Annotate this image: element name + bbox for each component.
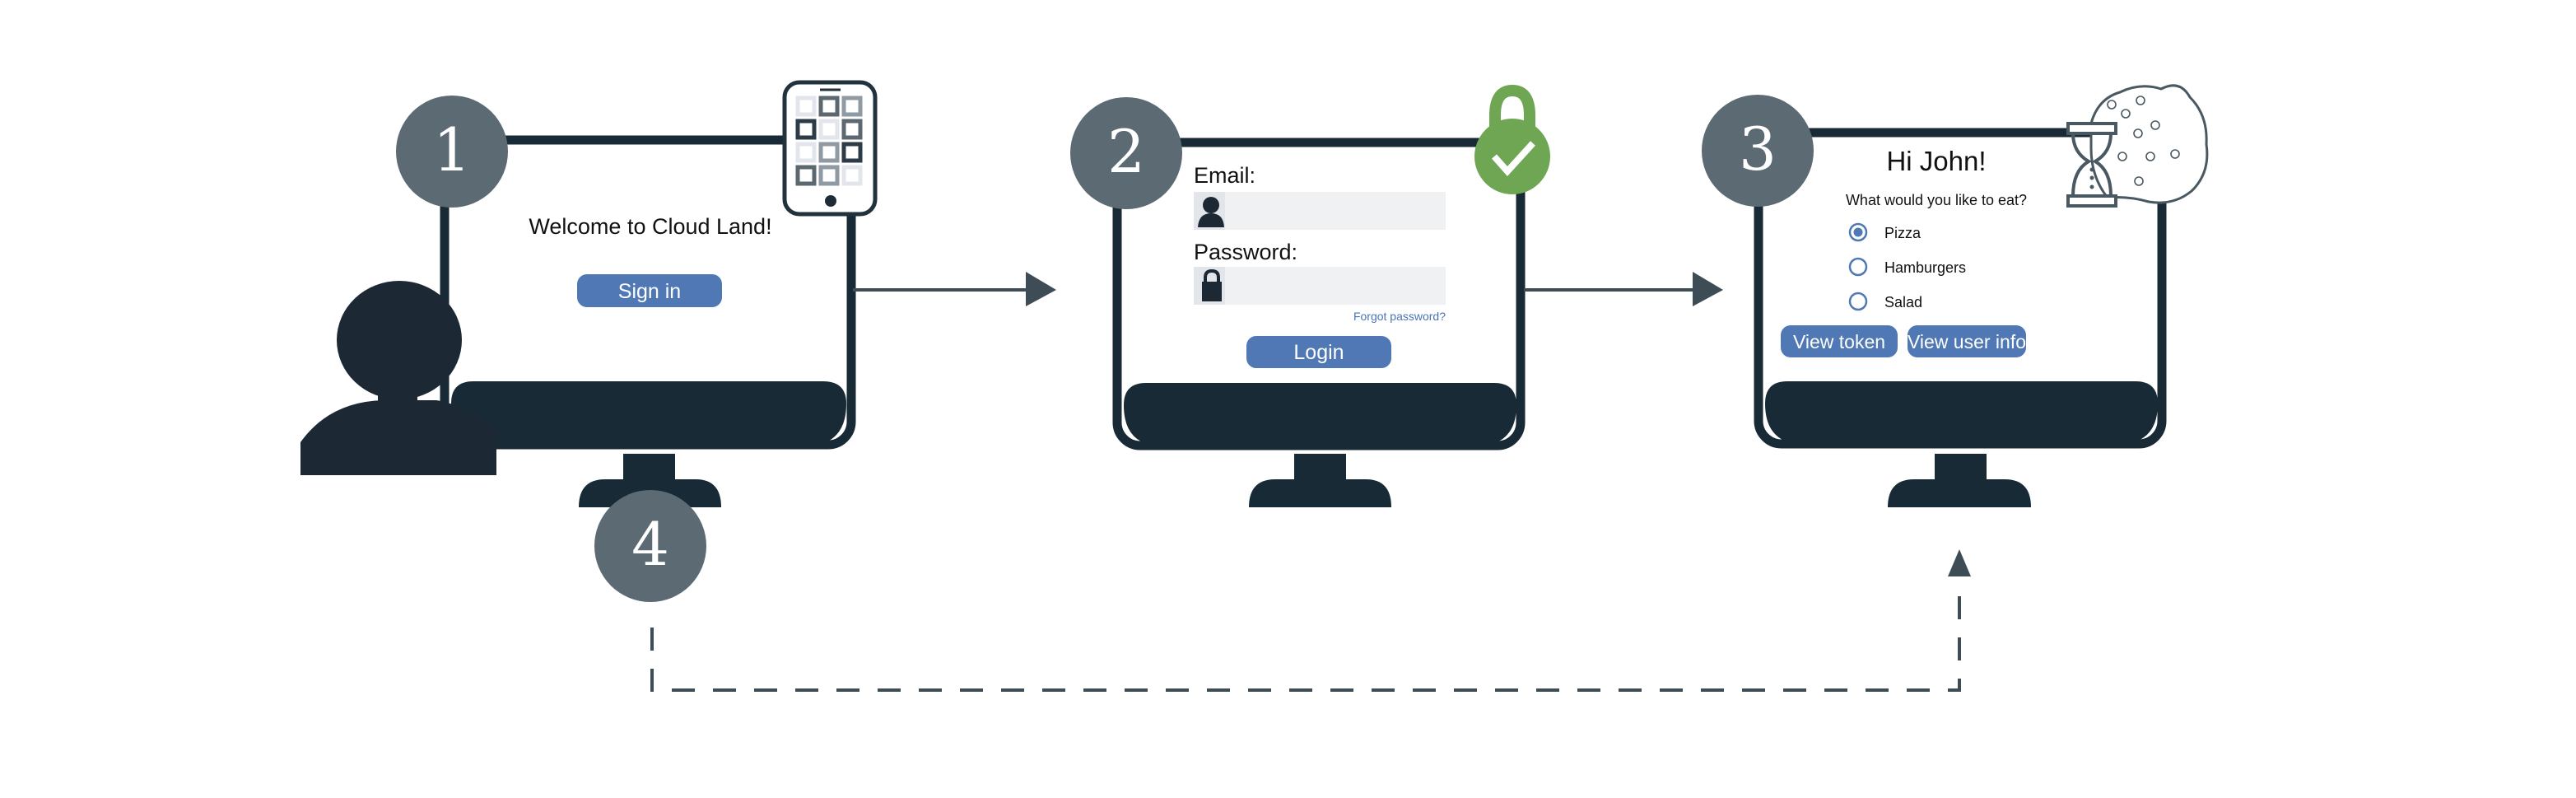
radio-option-pizza[interactable]: Pizza: [1848, 222, 1922, 242]
sign-in-button[interactable]: Sign in: [577, 274, 722, 307]
monitor-3-stand-neck: [1935, 454, 1987, 481]
radio-salad-label[interactable]: Salad: [1884, 294, 1922, 310]
email-field[interactable]: [1194, 192, 1446, 230]
arrow-step1-to-step2: [853, 272, 1056, 306]
monitor-3: Hi John! What would you like to eat? Piz…: [1702, 84, 2209, 507]
welcome-heading: Welcome to Cloud Land!: [529, 214, 771, 239]
monitor-2-bezel: [1124, 383, 1516, 446]
password-label: Password:: [1194, 240, 1297, 264]
radio-pizza-label[interactable]: Pizza: [1884, 225, 1922, 241]
step-1-number: 1: [433, 115, 471, 184]
padlock-checkmark-icon: [1474, 84, 1550, 194]
step-4-badge: 4: [594, 490, 706, 602]
email-input[interactable]: [1194, 192, 1446, 230]
greeting-heading: Hi John!: [1886, 146, 1986, 176]
sign-in-button-label[interactable]: Sign in: [618, 280, 681, 303]
login-flow-diagram: Welcome to Cloud Land! Sign in 1 Email: …: [0, 0, 2576, 794]
food-question: What would you like to eat?: [1846, 192, 2027, 208]
radio-salad[interactable]: [1848, 292, 1868, 311]
dashed-arrow-head: [1948, 549, 1971, 576]
step-4-number: 4: [631, 510, 669, 579]
monitor-2-stand-base: [1249, 479, 1391, 507]
diagram-canvas: Welcome to Cloud Land! Sign in 1 Email: …: [300, 80, 2209, 692]
view-token-button[interactable]: View token: [1781, 325, 1898, 357]
step-1-badge: 1: [396, 96, 508, 208]
view-token-button-label[interactable]: View token: [1793, 331, 1885, 352]
login-button[interactable]: Login: [1246, 336, 1391, 368]
dashed-connector: [650, 581, 1961, 692]
step-3-number: 3: [1739, 114, 1777, 184]
smartphone-app-grid-icon: [782, 80, 878, 217]
arrow-step2-to-step3: [1524, 272, 1723, 306]
password-field[interactable]: [1194, 267, 1446, 305]
radio-hamburgers-label[interactable]: Hamburgers: [1884, 259, 1966, 276]
step-3-badge: 3: [1702, 95, 1814, 207]
radio-hamburgers[interactable]: [1848, 257, 1868, 277]
password-input[interactable]: [1194, 267, 1446, 305]
view-user-info-button-label[interactable]: View user info: [1908, 331, 2026, 352]
monitor-1-bezel: [451, 381, 846, 446]
email-label: Email:: [1194, 163, 1255, 188]
view-user-info-button[interactable]: View user info: [1908, 325, 2026, 357]
monitor-2-stand-neck: [1294, 454, 1346, 481]
radio-pizza-dot: [1853, 227, 1863, 237]
monitor-1-stand-neck: [623, 454, 675, 480]
radio-option-salad[interactable]: Salad: [1848, 292, 1922, 311]
step-2-badge: 2: [1070, 97, 1182, 209]
step-4-return-path: 4: [594, 490, 1971, 692]
forgot-password-link[interactable]: Forgot password?: [1353, 310, 1446, 323]
monitor-1: Welcome to Cloud Land! Sign in 1: [300, 80, 878, 507]
monitor-3-bezel: [1765, 381, 2158, 445]
monitor-2: Email: Password: Forgot password? Login: [1070, 84, 1550, 507]
login-button-label[interactable]: Login: [1293, 341, 1344, 364]
monitor-3-stand-base: [1888, 479, 2031, 507]
step-2-number: 2: [1107, 117, 1145, 186]
